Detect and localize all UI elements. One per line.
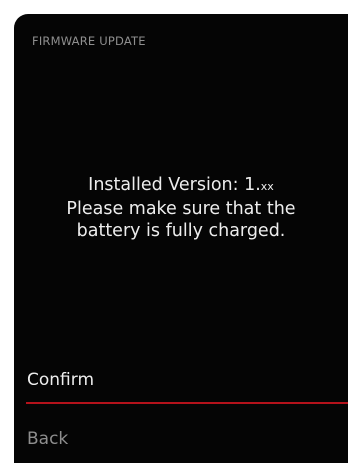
update-message: Installed Version: 1.xx Please make sure… bbox=[14, 174, 348, 242]
device-frame: FIRMWARE UPDATE Installed Version: 1.xx … bbox=[0, 0, 348, 463]
message-line-3: battery is fully charged. bbox=[76, 221, 286, 241]
version-suffix: xx bbox=[260, 180, 274, 193]
confirm-button[interactable]: Confirm bbox=[27, 370, 94, 390]
selection-divider bbox=[26, 402, 348, 404]
installed-version-line: Installed Version: 1.xx bbox=[14, 174, 348, 198]
version-prefix: Installed Version: 1. bbox=[88, 175, 261, 195]
message-line-2: Please make sure that the bbox=[66, 199, 296, 219]
back-button[interactable]: Back bbox=[27, 429, 68, 449]
screen-title: FIRMWARE UPDATE bbox=[32, 34, 146, 48]
camera-screen: FIRMWARE UPDATE Installed Version: 1.xx … bbox=[14, 14, 348, 463]
